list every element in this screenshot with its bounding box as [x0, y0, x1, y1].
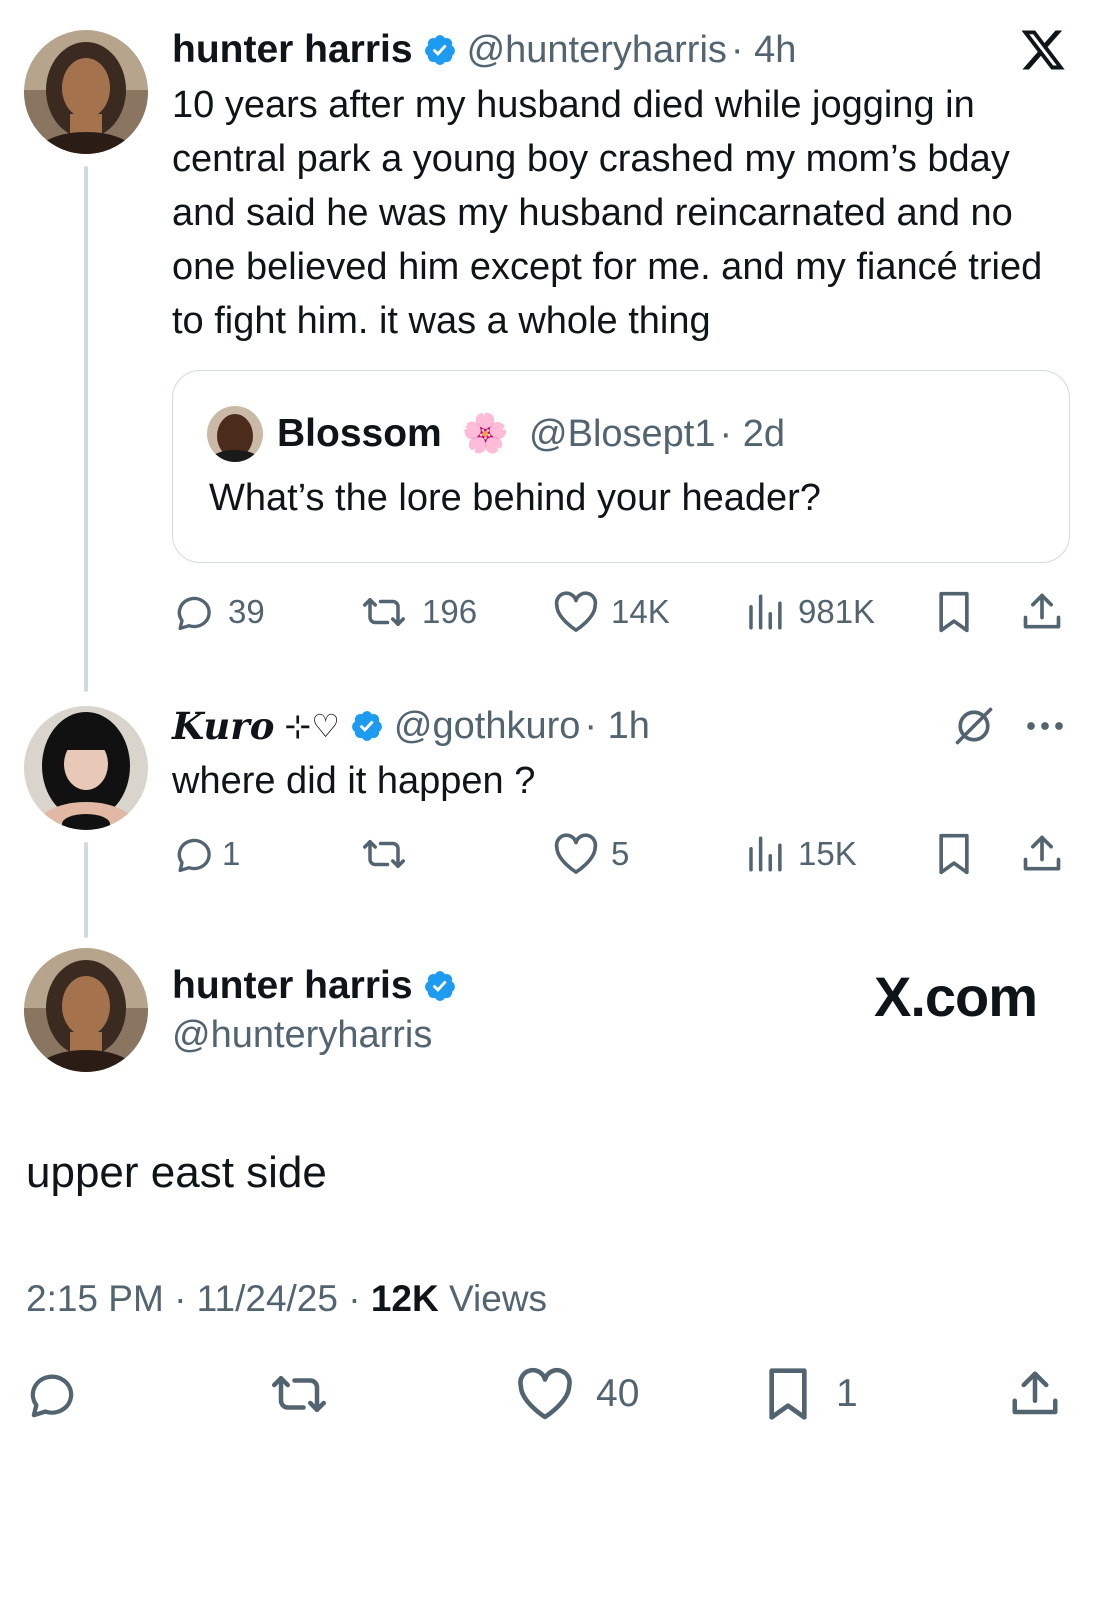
views-chart-icon — [749, 594, 782, 630]
bookmark-button[interactable] — [934, 832, 974, 876]
like-button[interactable]: 14K — [553, 590, 670, 634]
reply-author-avatar[interactable] — [24, 706, 148, 830]
views-button[interactable]: 15K — [744, 832, 857, 876]
heart-icon — [554, 591, 598, 632]
reply-header: Kuro ⊹♡ @gothkuro · 1h — [172, 702, 650, 750]
author-avatar[interactable] — [24, 30, 148, 154]
reply-button[interactable]: 39 — [174, 590, 265, 634]
like-button[interactable]: 5 — [553, 832, 629, 876]
views-button[interactable]: 981K — [744, 590, 875, 634]
heart-icon — [518, 1367, 572, 1420]
views-label: Views — [438, 1278, 548, 1319]
flower-emoji: 🌸 — [461, 413, 510, 455]
bookmark-icon — [769, 1368, 807, 1420]
author-decoration: ⊹♡ — [284, 708, 340, 744]
reply-text: where did it happen ? — [172, 760, 536, 802]
verified-badge-icon — [424, 971, 455, 1001]
repost-icon — [272, 1376, 326, 1412]
timestamp[interactable]: 2:15 PM · 11/24/25 · — [26, 1278, 371, 1319]
quote-text: What’s the lore behind your header? — [209, 477, 821, 519]
reply-button[interactable]: 1 — [174, 832, 240, 876]
quote-tweet-card[interactable]: Blossom 🌸 @Blosept1 · 2d What’s the lore… — [172, 370, 1070, 563]
focused-header: hunter harris — [172, 962, 457, 1010]
share-button[interactable] — [1008, 1366, 1062, 1422]
repost-button[interactable]: 196 — [358, 590, 477, 634]
bookmark-icon — [939, 591, 969, 633]
x-logo-icon[interactable] — [1019, 26, 1067, 74]
quote-author-name[interactable]: Blossom — [277, 412, 442, 456]
reply-author-name[interactable]: Kuro — [172, 704, 274, 748]
verified-badge-icon — [352, 711, 382, 741]
views-chart-icon — [749, 836, 782, 872]
repost-icon — [363, 840, 405, 868]
x-com-brand: X.com — [874, 965, 1038, 1028]
thread-line — [84, 842, 88, 938]
focused-author-handle[interactable]: @hunteryharris — [172, 1014, 432, 1057]
bookmark-button[interactable]: 1 — [764, 1366, 858, 1422]
quote-header: Blossom 🌸 @Blosept1 · 2d — [277, 409, 785, 459]
focused-author-name[interactable]: hunter harris — [172, 964, 413, 1008]
tweet-text: 10 years after my husband died while jog… — [172, 84, 1043, 342]
views-count: 12K — [370, 1278, 439, 1319]
bookmark-button[interactable] — [934, 590, 974, 634]
verified-badge-icon — [424, 35, 455, 65]
share-button[interactable] — [1020, 590, 1064, 634]
focused-author-avatar[interactable] — [24, 948, 148, 1072]
reply-icon — [177, 596, 211, 631]
tweet-meta: 2:15 PM · 11/24/25 · 12K Views — [26, 1278, 547, 1320]
repost-button[interactable] — [358, 832, 410, 876]
like-button[interactable]: 40 — [516, 1366, 639, 1422]
thread-line — [84, 166, 88, 692]
reply-icon — [30, 1374, 74, 1418]
author-name[interactable]: hunter harris — [172, 28, 413, 72]
repost-icon — [363, 598, 405, 626]
heart-icon — [554, 833, 598, 874]
tweet-header: hunter harris @hunteryharris · 4h — [172, 26, 796, 74]
bookmark-icon — [939, 833, 969, 875]
repost-button[interactable] — [266, 1366, 332, 1422]
share-button[interactable] — [1020, 832, 1064, 876]
share-icon — [1012, 1371, 1058, 1415]
tweet-time[interactable]: · 4h — [731, 29, 796, 72]
grok-icon[interactable] — [952, 704, 996, 748]
quote-time[interactable]: · 2d — [720, 413, 785, 456]
author-handle[interactable]: @hunteryharris — [467, 29, 727, 72]
share-icon — [1023, 593, 1061, 629]
quote-author-handle[interactable]: @Blosept1 — [529, 413, 715, 456]
reply-author-handle[interactable]: @gothkuro — [394, 705, 580, 748]
reply-icon — [177, 838, 211, 873]
reply-time[interactable]: · 1h — [584, 705, 649, 748]
focused-text: upper east side — [26, 1148, 327, 1197]
share-icon — [1023, 835, 1061, 871]
more-dots-icon[interactable] — [1024, 712, 1066, 740]
reply-button[interactable] — [26, 1366, 80, 1422]
quote-avatar[interactable] — [207, 406, 263, 462]
